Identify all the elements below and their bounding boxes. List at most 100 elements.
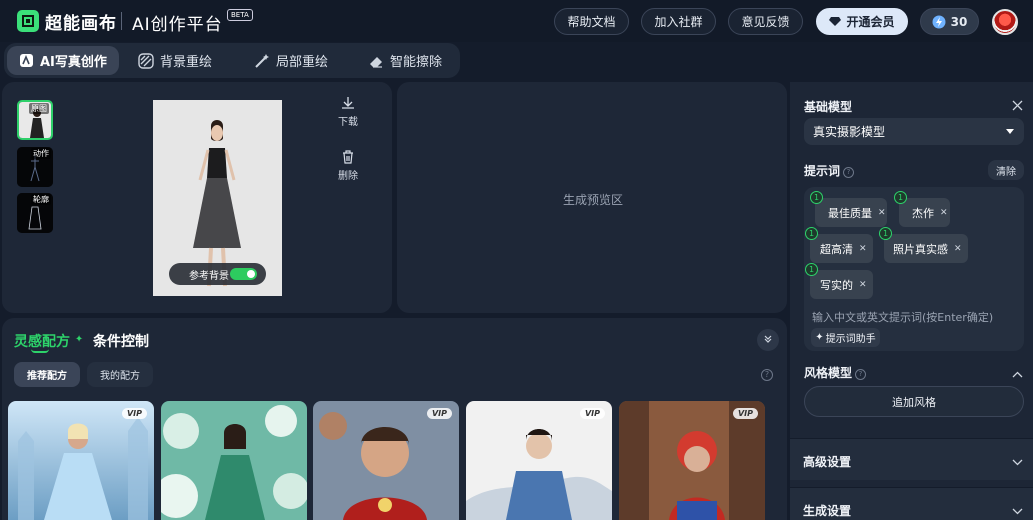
generate-settings-section[interactable]: 生成设置 xyxy=(790,487,1033,520)
user-avatar[interactable] xyxy=(992,9,1018,35)
chevron-double-down-icon xyxy=(763,333,773,347)
delete-label: 删除 xyxy=(338,171,358,182)
thumbnail-original[interactable]: 原图 xyxy=(17,100,53,140)
sparkle-icon: ✦ xyxy=(815,332,824,343)
advanced-settings-section[interactable]: 高级设置 xyxy=(790,438,1033,480)
prompt-tag-text: 最佳质量 xyxy=(828,206,872,220)
recipe-card[interactable]: VIP xyxy=(466,401,612,520)
prompt-input[interactable]: 输入中文或英文提示词(按Enter确定) xyxy=(812,309,993,325)
brand-name: 超能画布 xyxy=(45,14,117,34)
base-model-value: 真实摄影模型 xyxy=(813,125,886,139)
thumbnail-pose[interactable]: 动作 xyxy=(17,147,53,187)
tab-inspiration-label: 灵感配方 xyxy=(14,334,70,350)
prompt-weight-badge[interactable]: 1 xyxy=(879,227,892,240)
points-count: 30 xyxy=(950,14,968,29)
tab-label: AI写真创作 xyxy=(40,55,107,70)
ai-portrait-icon xyxy=(19,53,34,68)
help-docs-button[interactable]: 帮助文档 xyxy=(554,8,629,35)
prompt-assistant-button[interactable]: ✦ 提示词助手 xyxy=(811,328,880,347)
prompt-label-text: 提示词 xyxy=(804,164,841,178)
prompt-tag[interactable]: 1 杰作 ✕ xyxy=(894,191,950,227)
vip-badge: VIP xyxy=(426,408,452,419)
clear-prompt-button[interactable]: 清除 xyxy=(988,160,1024,180)
platform-name: AI创作平台 xyxy=(132,15,223,35)
prompt-assistant-label: 提示词助手 xyxy=(825,334,876,345)
prompt-tag[interactable]: 1 写实的 ✕ xyxy=(805,263,873,299)
download-button[interactable]: 下载 xyxy=(328,96,368,128)
download-icon xyxy=(341,96,355,110)
active-tab-indicator xyxy=(31,349,49,353)
sparkle-icon: ✦ xyxy=(74,334,84,345)
tab-label: 智能擦除 xyxy=(390,55,443,70)
prompt-tag[interactable]: 1 最佳质量 ✕ xyxy=(810,191,887,227)
caret-down-icon xyxy=(1006,129,1014,134)
prompt-tag-text: 照片真实感 xyxy=(893,242,948,256)
join-community-button[interactable]: 加入社群 xyxy=(641,8,716,35)
membership-button[interactable]: 开通会员 xyxy=(816,8,908,35)
advanced-settings-label: 高级设置 xyxy=(803,455,852,469)
chevron-down-icon xyxy=(1012,455,1023,469)
magic-wand-icon xyxy=(254,53,270,69)
tab-label: 局部重绘 xyxy=(276,55,329,70)
tab-partial-redraw[interactable]: 局部重绘 xyxy=(254,46,328,75)
download-label: 下载 xyxy=(338,117,358,128)
recipe-card[interactable] xyxy=(161,401,307,520)
preview-placeholder: 生成预览区 xyxy=(563,193,624,207)
help-icon[interactable]: ? xyxy=(761,369,773,381)
tab-smart-erase[interactable]: 智能擦除 xyxy=(368,46,442,75)
collapse-button[interactable] xyxy=(757,329,779,351)
remove-tag-icon[interactable]: ✕ xyxy=(859,280,867,290)
mode-tabs: AI写真创作 背景重绘 局部重绘 智能擦除 xyxy=(4,43,460,78)
tab-condition-control[interactable]: 条件控制 xyxy=(93,331,149,351)
add-style-button[interactable]: 追加风格 xyxy=(804,386,1024,417)
prompt-weight-badge[interactable]: 1 xyxy=(805,227,818,240)
prompt-weight-badge[interactable]: 1 xyxy=(810,191,823,204)
remove-tag-icon[interactable]: ✕ xyxy=(878,208,886,218)
trash-icon xyxy=(341,150,355,164)
style-model-label: 风格模型? xyxy=(804,364,867,381)
prompt-tag-text: 超高清 xyxy=(820,242,853,256)
brand-divider xyxy=(121,12,122,30)
base-model-select[interactable]: 真实摄影模型 xyxy=(804,118,1024,145)
prompt-weight-badge[interactable]: 1 xyxy=(894,191,907,204)
prompt-weight-badge[interactable]: 1 xyxy=(805,263,818,276)
background-stripes-icon xyxy=(138,52,154,69)
help-icon[interactable]: ? xyxy=(855,369,867,380)
recipe-card[interactable]: VIP xyxy=(313,401,459,520)
feedback-button[interactable]: 意见反馈 xyxy=(728,8,803,35)
vip-badge: VIP xyxy=(579,408,605,419)
chevron-up-icon[interactable] xyxy=(1012,367,1023,381)
membership-label: 开通会员 xyxy=(846,15,895,29)
chip-my-recipes[interactable]: 我的配方 xyxy=(87,362,153,387)
tab-background-redraw[interactable]: 背景重绘 xyxy=(138,46,212,75)
remove-tag-icon[interactable]: ✕ xyxy=(859,244,867,254)
points-button[interactable]: 30 xyxy=(920,8,979,35)
reference-background-toggle[interactable]: 参考背景 xyxy=(169,263,266,285)
top-bar: 超能画布 AI创作平台 BETA 帮助文档 加入社群 意见反馈 开通会员 30 xyxy=(0,0,1033,42)
beta-badge: BETA xyxy=(227,9,253,21)
logo-icon xyxy=(17,10,39,32)
prompt-tag[interactable]: 1 超高清 ✕ xyxy=(805,227,873,263)
prompt-tag-text: 杰作 xyxy=(912,206,934,220)
remove-tag-icon[interactable]: ✕ xyxy=(954,244,962,254)
thumbnail-outline[interactable]: 轮廓 xyxy=(17,193,53,233)
delete-button[interactable]: 删除 xyxy=(328,150,368,182)
tab-inspiration-recipes[interactable]: 灵感配方 ✦ xyxy=(14,331,83,351)
reference-background-label: 参考背景 xyxy=(189,270,229,282)
thumbnail-label: 原图 xyxy=(29,103,49,114)
thumbnail-label: 轮廓 xyxy=(31,194,51,205)
recipe-card[interactable]: VIP xyxy=(8,401,154,520)
vip-badge: VIP xyxy=(732,408,758,419)
tab-ai-portrait[interactable]: AI写真创作 xyxy=(7,46,119,75)
chip-recommended-recipes[interactable]: 推荐配方 xyxy=(14,362,80,387)
help-icon[interactable]: ? xyxy=(843,167,855,178)
remove-tag-icon[interactable]: ✕ xyxy=(940,208,948,218)
close-icon[interactable] xyxy=(1012,100,1023,114)
recipe-card[interactable]: VIP xyxy=(619,401,765,520)
diamond-icon xyxy=(829,16,842,27)
prompt-tag[interactable]: 1 照片真实感 ✕ xyxy=(879,227,968,263)
thumbnail-label: 动作 xyxy=(31,148,51,159)
base-model-label: 基础模型 xyxy=(804,100,853,114)
reference-background-switch[interactable] xyxy=(230,268,257,280)
style-model-label-text: 风格模型 xyxy=(804,366,853,380)
